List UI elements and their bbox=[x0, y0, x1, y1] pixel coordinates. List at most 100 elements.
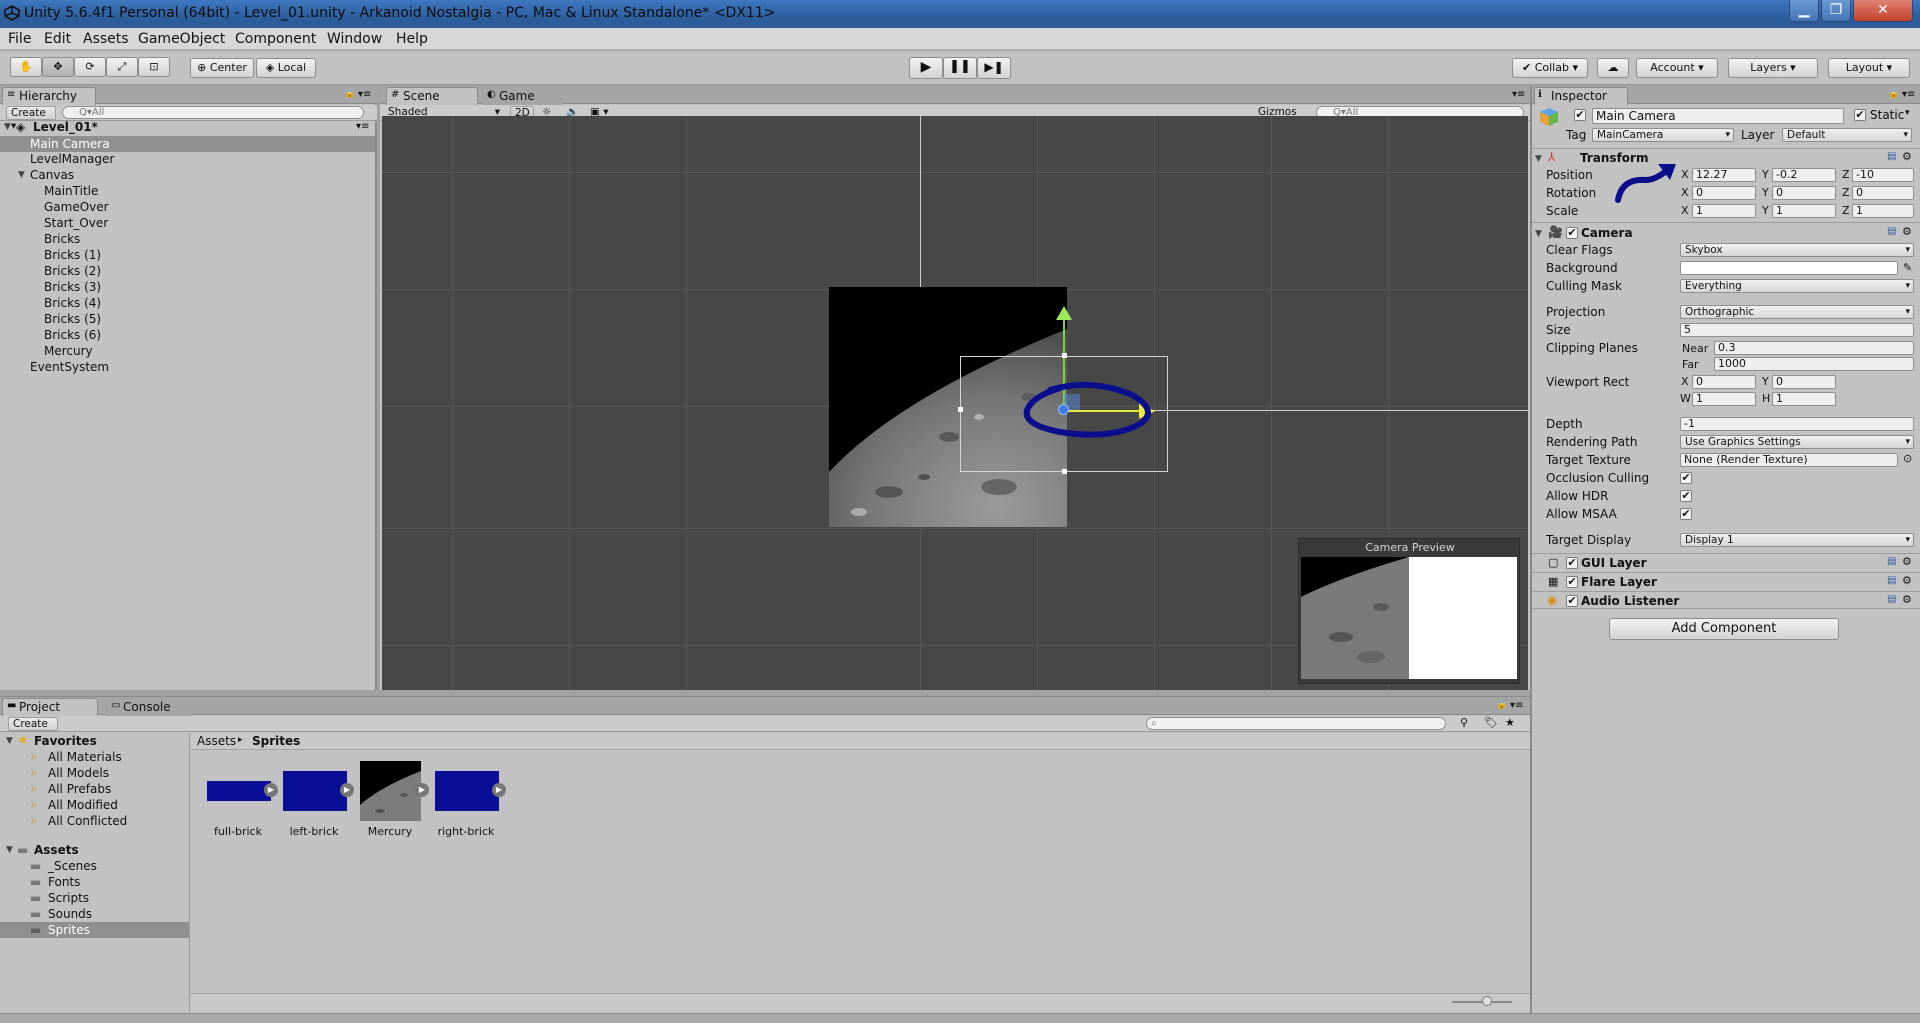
layers-dropdown[interactable]: Layers ▾ bbox=[1728, 58, 1818, 78]
hierarchy-item-gameover[interactable]: GameOver bbox=[44, 200, 109, 214]
background-color-field[interactable] bbox=[1680, 261, 1898, 275]
layer-dropdown[interactable]: Default bbox=[1782, 128, 1912, 142]
static-dropdown-icon[interactable]: ▾ bbox=[1905, 108, 1910, 118]
tab-project[interactable]: ▬ Project bbox=[2, 698, 98, 716]
hierarchy-create-dropdown[interactable]: Create ▾ bbox=[6, 106, 56, 132]
occlusion-culling-checkbox[interactable]: ✔ bbox=[1680, 472, 1692, 484]
target-display-dropdown[interactable]: Display 1 bbox=[1680, 533, 1914, 547]
position-x-field[interactable]: 12.27 bbox=[1692, 168, 1756, 182]
filter-by-label-icon[interactable]: 🏷 bbox=[1484, 716, 1498, 729]
hierarchy-item-bricks-2[interactable]: Bricks (2) bbox=[44, 264, 101, 278]
expand-arrow-icon[interactable]: ▶ bbox=[415, 783, 429, 797]
add-component-button[interactable]: Add Component bbox=[1609, 618, 1839, 640]
hierarchy-search-input[interactable]: Q▾All bbox=[62, 106, 364, 119]
depth-field[interactable]: -1 bbox=[1680, 417, 1914, 431]
active-checkbox[interactable]: ✔ bbox=[1574, 109, 1586, 121]
hierarchy-item-maintitle[interactable]: MainTitle bbox=[44, 184, 98, 198]
hierarchy-item-bricks-6[interactable]: Bricks (6) bbox=[44, 328, 101, 342]
tab-scene[interactable]: # Scene bbox=[386, 87, 478, 105]
gear-icon[interactable]: ⚙ bbox=[1902, 574, 1912, 587]
static-checkbox[interactable]: ✔ bbox=[1854, 109, 1866, 121]
hierarchy-item-canvas[interactable]: Canvas bbox=[30, 168, 74, 182]
expand-arrow-icon[interactable]: ▶ bbox=[264, 783, 278, 797]
hand-tool-button[interactable]: ✋ bbox=[10, 57, 42, 77]
position-z-field[interactable]: -10 bbox=[1852, 168, 1914, 182]
maximize-button[interactable]: ❐ bbox=[1821, 0, 1851, 22]
menu-component[interactable]: Component bbox=[235, 31, 316, 47]
folder-scenes[interactable]: _Scenes bbox=[48, 859, 97, 873]
scene-foldout-icon[interactable]: ▼ bbox=[4, 122, 11, 132]
audio-listener-enabled-checkbox[interactable]: ✔ bbox=[1566, 595, 1578, 607]
favorite-all-models[interactable]: All Models bbox=[48, 766, 109, 780]
help-book-icon[interactable]: ▤ bbox=[1887, 151, 1896, 162]
viewport-y-field[interactable]: 0 bbox=[1772, 375, 1836, 389]
clear-flags-dropdown[interactable]: Skybox bbox=[1680, 243, 1914, 257]
scene-viewport[interactable]: Camera Preview bbox=[382, 116, 1528, 690]
y-arrow-icon[interactable] bbox=[1056, 306, 1072, 320]
scene-panel-menu-icon[interactable]: ▾≡ bbox=[1512, 89, 1525, 100]
hierarchy-item-bricks-3[interactable]: Bricks (3) bbox=[44, 280, 101, 294]
scale-tool-button[interactable]: ⤢ bbox=[106, 57, 138, 77]
menu-file[interactable]: File bbox=[8, 31, 31, 47]
folder-sounds[interactable]: Sounds bbox=[48, 907, 92, 921]
close-button[interactable]: ✕ bbox=[1853, 0, 1913, 22]
project-search-input[interactable]: ⌕ bbox=[1146, 717, 1446, 730]
asset-left-brick-thumb[interactable] bbox=[283, 771, 347, 811]
gear-icon[interactable]: ⚙ bbox=[1902, 150, 1912, 163]
canvas-foldout-icon[interactable]: ▼ bbox=[18, 170, 25, 180]
gear-icon[interactable]: ⚙ bbox=[1902, 225, 1912, 238]
pivot-local-toggle[interactable]: ◈ Local bbox=[256, 58, 316, 78]
camera-foldout-icon[interactable]: ▼ bbox=[1535, 229, 1542, 239]
favorites-foldout-icon[interactable]: ▼ bbox=[6, 736, 13, 746]
scene-root-label[interactable]: Level_01* bbox=[33, 120, 98, 134]
collab-dropdown[interactable]: ✔ Collab ▾ bbox=[1512, 58, 1588, 78]
breadcrumb-sprites[interactable]: Sprites bbox=[252, 734, 300, 748]
asset-mercury-label[interactable]: Mercury bbox=[355, 825, 425, 838]
scene-menu-icon[interactable]: ▾≡ bbox=[356, 121, 369, 132]
scale-z-field[interactable]: 1 bbox=[1852, 204, 1914, 218]
assets-label[interactable]: Assets bbox=[34, 843, 79, 857]
folder-fonts[interactable]: Fonts bbox=[48, 875, 80, 889]
hierarchy-item-bricks-1[interactable]: Bricks (1) bbox=[44, 248, 101, 262]
rotate-tool-button[interactable]: ⟳ bbox=[74, 57, 106, 77]
projection-dropdown[interactable]: Orthographic bbox=[1680, 305, 1914, 319]
filter-by-type-icon[interactable]: ⚲ bbox=[1460, 716, 1468, 729]
viewport-h-field[interactable]: 1 bbox=[1772, 392, 1836, 406]
transform-foldout-icon[interactable]: ▼ bbox=[1535, 154, 1542, 164]
object-name-field[interactable]: Main Camera bbox=[1592, 108, 1844, 124]
expand-arrow-icon[interactable]: ▶ bbox=[492, 783, 506, 797]
cloud-button[interactable]: ☁ bbox=[1597, 58, 1629, 78]
far-field[interactable]: 1000 bbox=[1714, 357, 1914, 371]
rendering-path-dropdown[interactable]: Use Graphics Settings bbox=[1680, 435, 1914, 449]
layout-dropdown[interactable]: Layout ▾ bbox=[1828, 58, 1910, 78]
viewport-x-field[interactable]: 0 bbox=[1692, 375, 1756, 389]
favorite-all-prefabs[interactable]: All Prefabs bbox=[48, 782, 111, 796]
folder-scripts[interactable]: Scripts bbox=[48, 891, 89, 905]
favorite-star-icon[interactable]: ★ bbox=[1505, 716, 1515, 729]
menu-assets[interactable]: Assets bbox=[83, 31, 129, 47]
size-field[interactable]: 5 bbox=[1680, 323, 1914, 337]
menu-window[interactable]: Window bbox=[327, 31, 382, 47]
assets-foldout-icon[interactable]: ▼ bbox=[6, 845, 13, 855]
account-dropdown[interactable]: Account ▾ bbox=[1636, 58, 1718, 78]
tab-game[interactable]: ◐ Game bbox=[482, 87, 562, 105]
hierarchy-item-bricks[interactable]: Bricks bbox=[44, 232, 80, 246]
move-tool-button[interactable]: ✥ bbox=[42, 57, 74, 77]
favorite-all-materials[interactable]: All Materials bbox=[48, 750, 122, 764]
asset-right-brick-label[interactable]: right-brick bbox=[431, 825, 501, 838]
asset-left-brick-label[interactable]: left-brick bbox=[279, 825, 349, 838]
culling-mask-dropdown[interactable]: Everything bbox=[1680, 279, 1914, 293]
rect-tool-button[interactable]: ⊡ bbox=[138, 57, 170, 77]
panel-menu-icon[interactable]: ▾≡ bbox=[358, 89, 371, 100]
favorites-label[interactable]: Favorites bbox=[34, 734, 97, 748]
help-book-icon[interactable]: ▤ bbox=[1887, 556, 1896, 567]
panel-menu-icon[interactable]: ▾≡ bbox=[1902, 89, 1915, 100]
hierarchy-item-start-over[interactable]: Start_Over bbox=[44, 216, 108, 230]
target-texture-field[interactable]: None (Render Texture) bbox=[1680, 453, 1898, 467]
hierarchy-item-levelmanager[interactable]: LevelManager bbox=[30, 152, 114, 166]
tab-hierarchy[interactable]: ≡ Hierarchy bbox=[2, 87, 96, 105]
scale-x-field[interactable]: 1 bbox=[1692, 204, 1756, 218]
allow-msaa-checkbox[interactable]: ✔ bbox=[1680, 508, 1692, 520]
hierarchy-item-main-camera[interactable]: Main Camera bbox=[0, 136, 375, 152]
rotation-y-field[interactable]: 0 bbox=[1772, 186, 1836, 200]
